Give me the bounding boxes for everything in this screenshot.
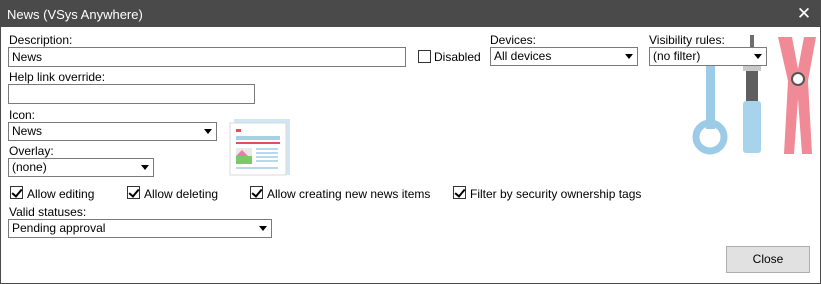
- chevron-down-icon: [259, 226, 267, 231]
- allow-deleting-checkbox[interactable]: [127, 186, 140, 199]
- allow-editing-label: Allow editing: [27, 187, 95, 201]
- check-icon: [454, 186, 466, 198]
- description-label: Description:: [9, 33, 73, 47]
- dialog-window: News (VSys Anywhere) ✕ Description: News…: [0, 0, 821, 284]
- filter-security-checkbox[interactable]: [453, 186, 466, 199]
- title-bar: News (VSys Anywhere) ✕: [1, 1, 820, 27]
- description-field[interactable]: News: [8, 47, 406, 67]
- chevron-down-icon: [204, 129, 212, 134]
- visibility-rules-label: Visibility rules:: [649, 33, 725, 47]
- close-icon[interactable]: ✕: [794, 4, 814, 24]
- close-button[interactable]: Close: [726, 246, 810, 273]
- icon-value: News: [12, 124, 43, 138]
- chevron-down-icon: [754, 54, 762, 59]
- chevron-down-icon: [625, 54, 633, 59]
- disabled-checkbox[interactable]: [418, 50, 431, 63]
- icon-label: Icon:: [9, 108, 36, 122]
- allow-deleting-label: Allow deleting: [144, 187, 219, 201]
- check-icon: [128, 186, 140, 198]
- allow-creating-checkbox[interactable]: [250, 186, 263, 199]
- valid-statuses-dropdown[interactable]: Pending approval: [8, 219, 272, 238]
- help-link-label: Help link override:: [9, 70, 106, 84]
- chevron-down-icon: [141, 165, 149, 170]
- news-icon: [229, 119, 290, 176]
- visibility-rules-value: (no filter): [653, 49, 701, 63]
- valid-statuses-label: Valid statuses:: [9, 205, 87, 219]
- help-link-field[interactable]: [8, 84, 255, 104]
- devices-label: Devices:: [490, 33, 537, 47]
- allow-editing-checkbox[interactable]: [10, 186, 23, 199]
- overlay-label: Overlay:: [9, 144, 54, 158]
- allow-creating-label: Allow creating new news items: [267, 187, 431, 201]
- filter-security-label: Filter by security ownership tags: [470, 187, 642, 201]
- overlay-value: (none): [12, 160, 47, 174]
- icon-dropdown[interactable]: News: [8, 122, 217, 141]
- window-title: News (VSys Anywhere): [7, 7, 143, 22]
- devices-value: All devices: [494, 49, 552, 63]
- disabled-label: Disabled: [434, 50, 481, 64]
- check-icon: [251, 186, 263, 198]
- visibility-rules-dropdown[interactable]: (no filter): [649, 47, 767, 66]
- devices-dropdown[interactable]: All devices: [490, 47, 638, 66]
- valid-statuses-value: Pending approval: [12, 221, 106, 235]
- overlay-dropdown[interactable]: (none): [8, 158, 154, 177]
- check-icon: [11, 186, 23, 198]
